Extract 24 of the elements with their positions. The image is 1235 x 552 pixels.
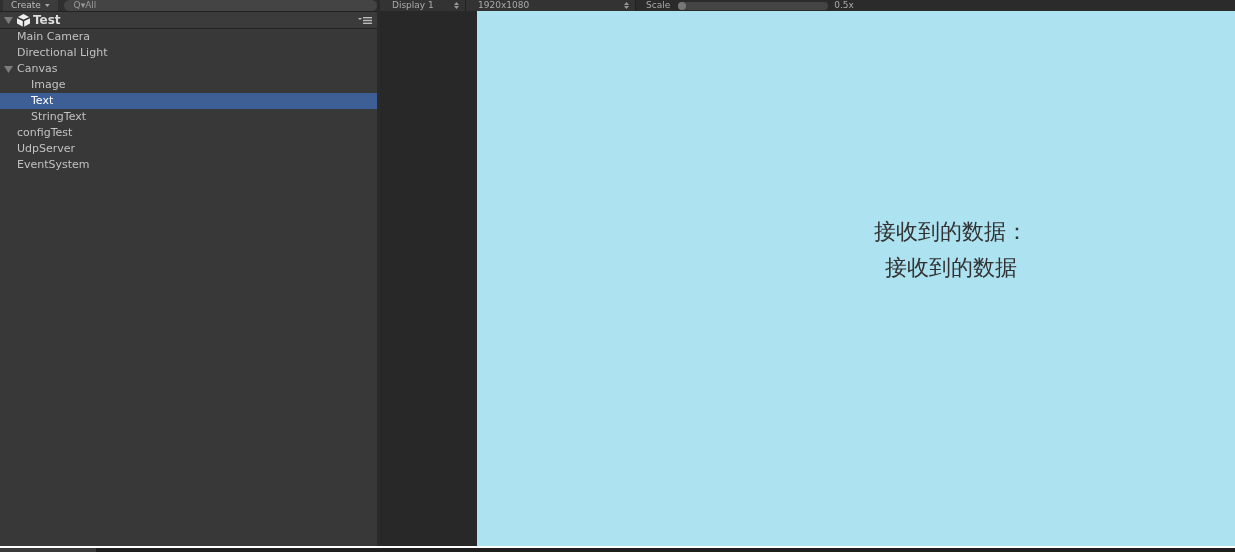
tree-item[interactable]: configTest xyxy=(0,125,377,141)
tree-item[interactable]: UdpServer xyxy=(0,141,377,157)
tree-item[interactable]: StringText xyxy=(0,109,377,125)
slider-thumb[interactable] xyxy=(678,1,687,10)
tree-item[interactable]: Text xyxy=(0,93,377,109)
scale-slider[interactable] xyxy=(678,1,829,10)
search-field[interactable]: Q▾All xyxy=(63,0,377,11)
scene-title: Test xyxy=(33,13,62,27)
ui-text: 接收到的数据： xyxy=(874,217,1028,246)
resolution-dropdown[interactable]: 1920x1080 xyxy=(466,0,636,11)
ui-text: 接收到的数据 xyxy=(884,253,1018,282)
up-down-arrows-icon xyxy=(454,2,459,9)
tree-item[interactable]: Canvas xyxy=(0,61,377,77)
tree-item[interactable]: Directional Light xyxy=(0,45,377,61)
expand-triangle-icon[interactable] xyxy=(4,64,13,74)
create-button[interactable]: Create xyxy=(3,0,58,11)
tree-item[interactable]: Main Camera xyxy=(0,29,377,45)
up-down-arrows-icon xyxy=(624,2,629,9)
scale-label: Scale xyxy=(646,0,671,11)
menu-icon[interactable] xyxy=(358,16,372,24)
caret-icon xyxy=(44,4,50,7)
tree-item[interactable]: EventSystem xyxy=(0,157,377,173)
tree-item[interactable]: Image xyxy=(0,77,377,93)
scale-reading: 0.5x xyxy=(834,0,854,11)
